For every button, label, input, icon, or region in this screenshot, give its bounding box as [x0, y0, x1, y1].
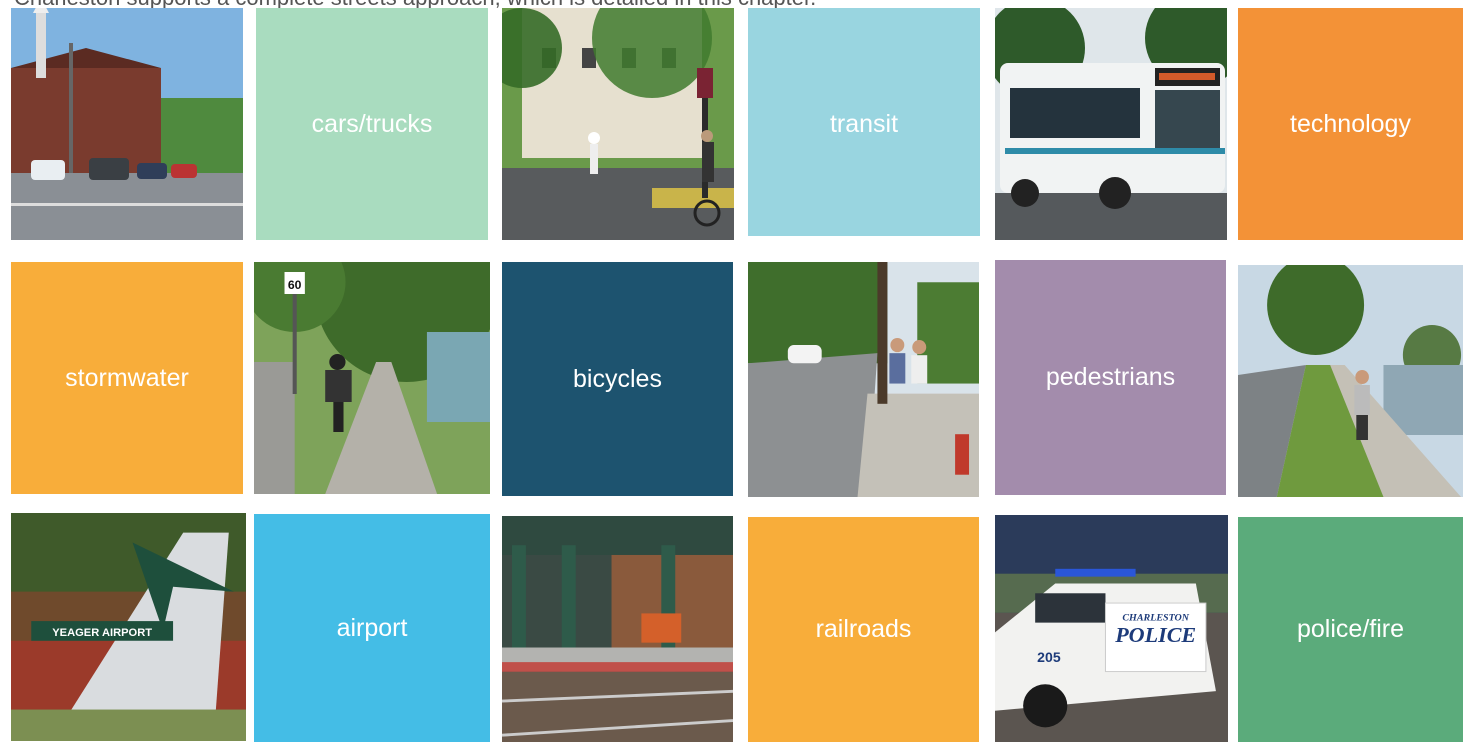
railroads-tile[interactable]: railroads: [748, 517, 979, 742]
police-car-photo: CHARLESTON POLICE 205: [995, 515, 1228, 742]
bike-path-photo: 60: [254, 262, 490, 494]
cars-trucks-tile[interactable]: cars/trucks: [256, 8, 488, 240]
riverside-path-photo: [1238, 265, 1463, 497]
technology-tile[interactable]: technology: [1238, 8, 1463, 240]
police-car-main-text: POLICE: [1114, 623, 1196, 647]
cars-trucks-label: cars/trucks: [311, 109, 433, 138]
airport-label: airport: [336, 613, 408, 642]
police-fire-tile[interactable]: police/fire: [1238, 517, 1463, 742]
train-station-photo: [502, 516, 733, 742]
police-car-number: 205: [1037, 649, 1061, 665]
bicyclists-campus-photo: [502, 8, 734, 240]
police-car-top-text: CHARLESTON: [1122, 613, 1190, 624]
airport-sign-photo: YEAGER AIRPORT: [11, 513, 246, 741]
airport-tile[interactable]: airport: [254, 514, 490, 742]
church-street-photo: [11, 8, 243, 240]
bicycles-tile[interactable]: bicycles: [502, 262, 733, 496]
technology-label: technology: [1290, 109, 1411, 138]
transit-tile[interactable]: transit: [748, 8, 980, 236]
bus-photo: [995, 8, 1227, 240]
stormwater-tile[interactable]: stormwater: [11, 262, 243, 494]
route-sign-text: 60: [288, 278, 302, 292]
transit-label: transit: [829, 110, 899, 138]
bicycles-label: bicycles: [573, 364, 662, 393]
pedestrians-label: pedestrians: [1045, 363, 1176, 391]
police-fire-label: police/fire: [1297, 615, 1404, 643]
pedestrians-tile[interactable]: pedestrians: [995, 260, 1226, 495]
stormwater-label: stormwater: [65, 363, 189, 392]
airport-sign-text: YEAGER AIRPORT: [52, 627, 152, 639]
railroads-label: railroads: [815, 615, 912, 643]
sidewalk-walkers-photo: [748, 262, 979, 497]
